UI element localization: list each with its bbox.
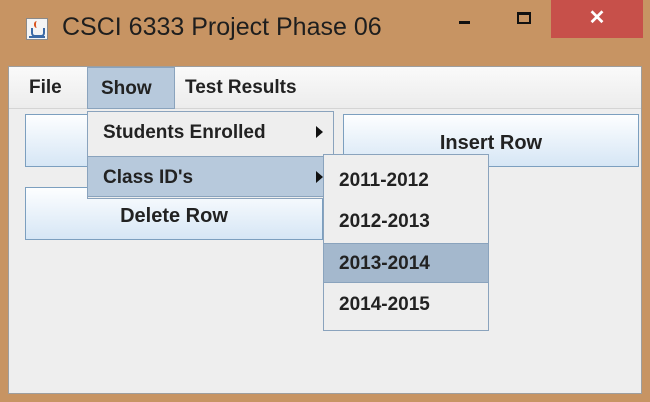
show-menu-popup: Students Enrolled Class ID's — [87, 111, 334, 199]
class-ids-submenu: 2011-2012 2012-2013 2013-2014 2014-2015 — [323, 154, 489, 331]
submenu-item-2013-2014[interactable]: 2013-2014 — [324, 243, 488, 283]
close-icon: ✕ — [588, 7, 606, 29]
maximize-icon — [517, 12, 531, 24]
menu-file[interactable]: File — [9, 67, 87, 109]
close-button[interactable]: ✕ — [551, 0, 643, 38]
submenu-item-2012-2013[interactable]: 2012-2013 — [324, 202, 488, 242]
submenu-item-2014-2015[interactable]: 2014-2015 — [324, 285, 488, 325]
menu-test-results[interactable]: Test Results — [185, 67, 365, 109]
maximize-button[interactable] — [508, 0, 542, 38]
minimize-icon — [459, 21, 470, 24]
chevron-right-icon — [316, 126, 323, 138]
menu-item-class-ids[interactable]: Class ID's — [88, 156, 333, 197]
minimize-button[interactable] — [447, 0, 481, 38]
title-bar[interactable]: CSCI 6333 Project Phase 06 ✕ — [0, 0, 650, 60]
menu-show[interactable]: Show — [87, 67, 175, 109]
submenu-item-2011-2012[interactable]: 2011-2012 — [324, 161, 488, 201]
menu-item-label: Class ID's — [103, 167, 194, 188]
window-title: CSCI 6333 Project Phase 06 — [62, 13, 382, 41]
java-cup-icon[interactable] — [26, 18, 48, 40]
chevron-right-icon — [316, 171, 323, 183]
menu-bar: File Show Test Results — [9, 67, 641, 109]
menu-item-students-enrolled[interactable]: Students Enrolled — [88, 112, 333, 153]
content-pane: File Show Test Results Insert Row Delete… — [8, 66, 642, 394]
app-window: CSCI 6333 Project Phase 06 ✕ File Show T… — [0, 0, 650, 402]
menu-item-label: Students Enrolled — [103, 122, 266, 143]
